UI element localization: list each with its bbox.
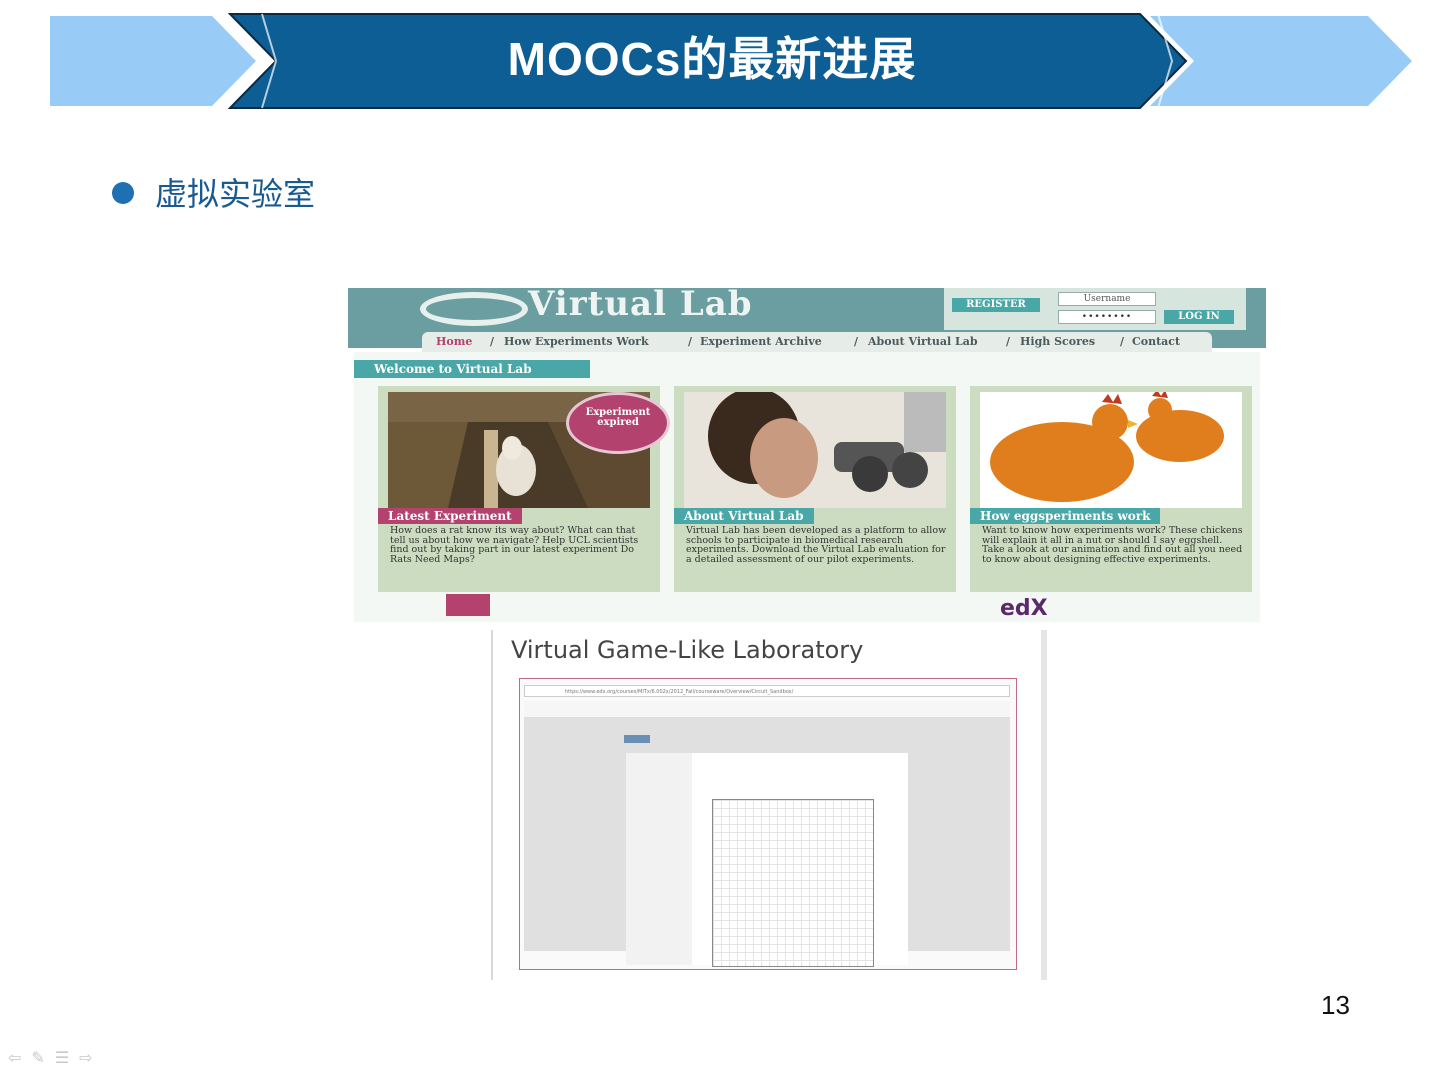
courseware-page <box>524 701 1010 967</box>
card-title-eggsperiments: How eggsperiments work <box>970 508 1161 524</box>
welcome-heading: Welcome to Virtual Lab <box>354 360 590 378</box>
address-bar[interactable]: https://www.edx.org/courses/MITx/6.002x/… <box>524 685 1010 697</box>
vl-nav-bar: Home / How Experiments Work / Experiment… <box>422 332 1212 352</box>
nav-separator: / <box>490 335 495 348</box>
page-number: 13 <box>1321 990 1350 1020</box>
experiment-expired-badge: Experiment expired <box>566 392 670 454</box>
nav-separator: / <box>688 335 693 348</box>
eggsperiments-card[interactable]: How eggsperiments work Want to know how … <box>970 386 1252 592</box>
card-text-about: Virtual Lab has been developed as a plat… <box>686 525 947 565</box>
register-button[interactable]: REGISTER <box>952 298 1040 312</box>
courseware-tab[interactable] <box>624 735 650 743</box>
game-lab-screenshot: Virtual Game-Like Laboratory https://www… <box>491 630 1047 980</box>
card-text-eggsperiments: Want to know how experiments work? These… <box>982 525 1243 565</box>
login-button[interactable]: LOG IN <box>1164 310 1234 324</box>
courseware-header <box>524 701 1010 718</box>
microscope-photo <box>684 392 946 508</box>
password-field[interactable]: •••••••• <box>1058 310 1156 324</box>
nav-experiment-archive[interactable]: Experiment Archive <box>700 335 822 348</box>
chickens-illustration <box>980 392 1242 508</box>
nav-home[interactable]: Home <box>436 335 472 348</box>
game-lab-title: Virtual Game-Like Laboratory <box>511 636 864 664</box>
bullet-text: 虚拟实验室 <box>155 175 316 213</box>
nav-separator: / <box>854 335 859 348</box>
edx-logo: edX <box>1000 596 1048 621</box>
circuit-grid[interactable] <box>712 799 874 967</box>
username-field[interactable]: Username <box>1058 292 1156 306</box>
nav-how-experiments-work[interactable]: How Experiments Work <box>504 335 649 348</box>
browser-window: https://www.edx.org/courses/MITx/6.002x/… <box>519 678 1017 970</box>
virtual-lab-screenshot: Virtual Lab REGISTER Username •••••••• L… <box>348 288 1266 628</box>
about-virtual-lab-card[interactable]: About Virtual Lab Virtual Lab has been d… <box>674 386 956 592</box>
card-title-latest: Latest Experiment <box>378 508 522 524</box>
nav-separator: / <box>1120 335 1125 348</box>
vl-logo: Virtual Lab <box>528 288 753 324</box>
nav-separator: / <box>1006 335 1011 348</box>
slide-title: MOOCs的最新进展 <box>507 33 917 85</box>
courseware-content <box>626 753 908 967</box>
banner-left-chevron <box>50 16 256 106</box>
bullet-dot <box>112 182 134 204</box>
nav-contact[interactable]: Contact <box>1132 335 1180 348</box>
card-title-about: About Virtual Lab <box>674 508 814 524</box>
vl-ribbon <box>446 594 490 616</box>
card-text-latest: How does a rat know its way about? What … <box>390 525 639 565</box>
petri-dish-icon <box>420 292 528 326</box>
courseware-sidebar <box>626 753 692 965</box>
slide-nav-icons[interactable]: ⇦✎☰⇨ <box>8 1048 103 1067</box>
nav-about-virtual-lab[interactable]: About Virtual Lab <box>868 335 978 348</box>
nav-high-scores[interactable]: High Scores <box>1020 335 1095 348</box>
